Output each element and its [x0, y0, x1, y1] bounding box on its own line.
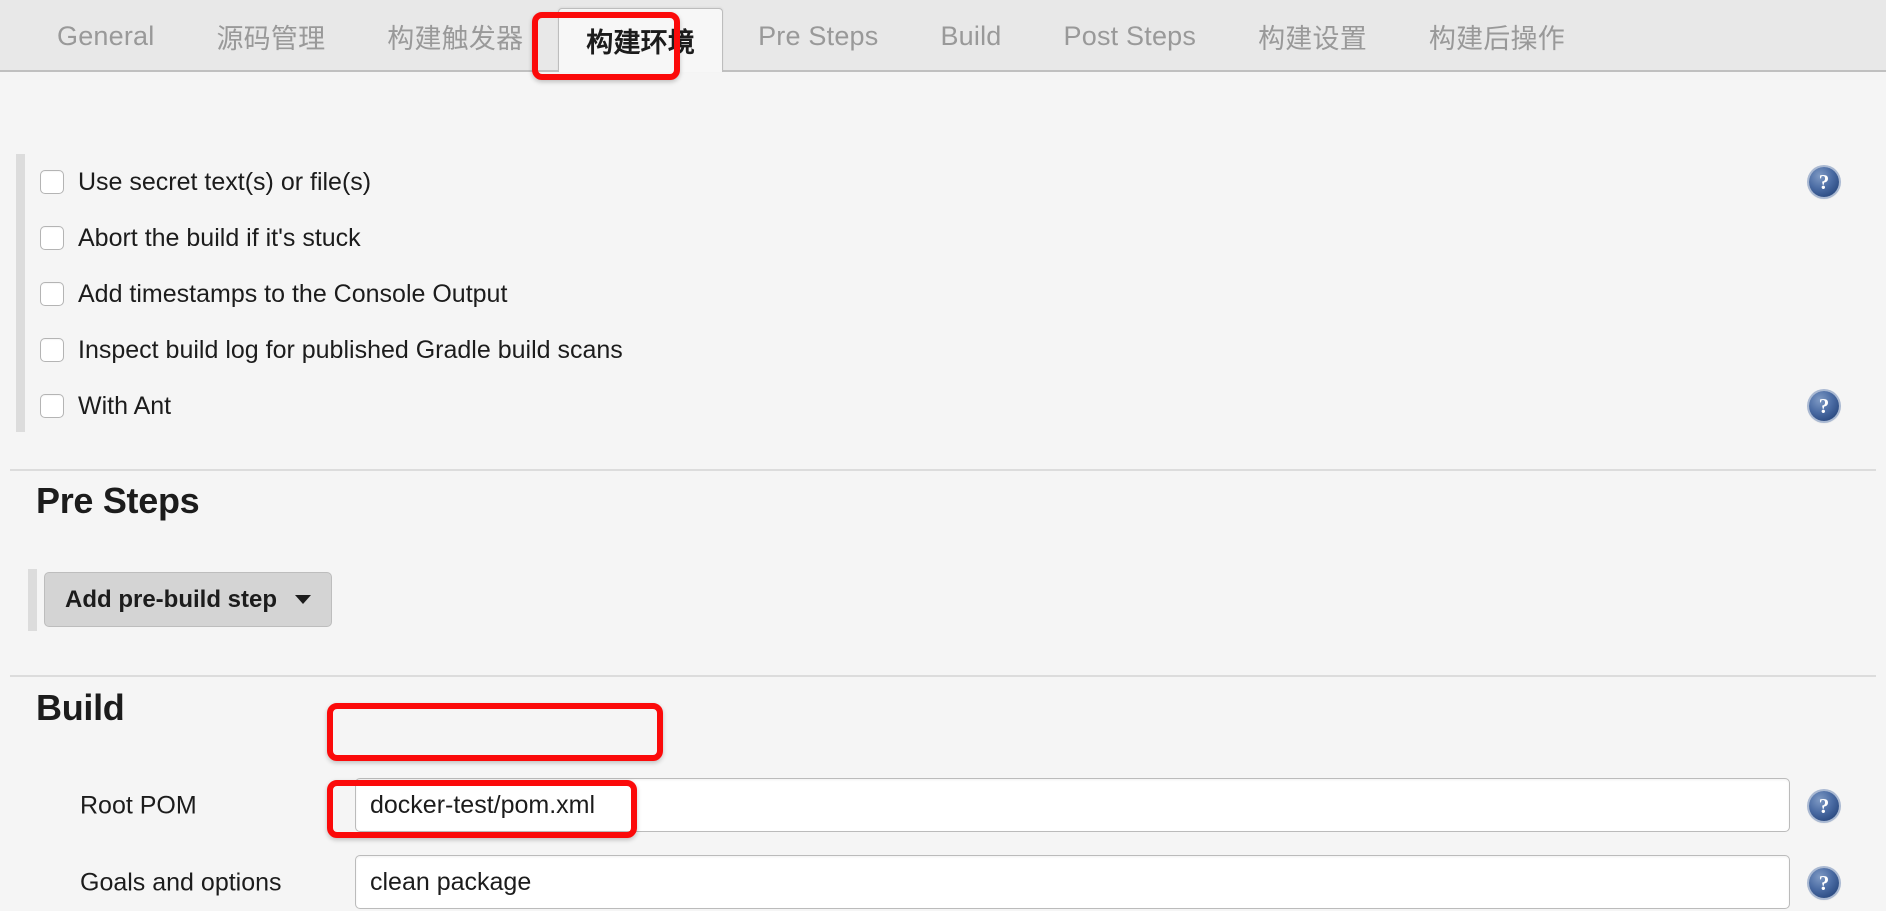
option-label: Inspect build log for published Gradle b…: [78, 335, 623, 364]
help-icon[interactable]: ?: [1809, 167, 1839, 197]
tab-build-settings[interactable]: 构建设置: [1231, 0, 1394, 72]
option-label: Use secret text(s) or file(s): [78, 167, 372, 196]
option-label: Abort the build if it's stuck: [78, 223, 361, 252]
section-divider: [10, 469, 1876, 471]
option-row-inspect-build-log-gradle[interactable]: Inspect build log for published Gradle b…: [0, 322, 1886, 378]
field-row-goals-and-options: Goals and options ?: [0, 855, 1886, 911]
tab-pre-steps[interactable]: Pre Steps: [731, 0, 905, 72]
pre-steps-guide-bar: [28, 569, 37, 631]
page-section-title-pre-steps: Pre Steps: [36, 480, 200, 521]
option-label: Add timestamps to the Console Output: [78, 279, 508, 308]
help-icon[interactable]: ?: [1809, 868, 1839, 898]
checkbox-inspect-build-log-gradle[interactable]: [40, 338, 64, 362]
checkbox-use-secret-text-or-files[interactable]: [40, 170, 64, 194]
tab-post-build-actions[interactable]: 构建后操作: [1402, 0, 1592, 72]
tab-general[interactable]: General: [30, 0, 181, 72]
root-pom-input[interactable]: [355, 778, 1790, 832]
help-icon[interactable]: ?: [1809, 391, 1839, 421]
add-pre-build-step-label: Add pre-build step: [65, 585, 277, 613]
help-icon[interactable]: ?: [1809, 791, 1839, 821]
chevron-down-icon: [295, 595, 311, 604]
section-divider: [10, 675, 1876, 677]
goals-and-options-input[interactable]: [355, 855, 1790, 909]
tab-build[interactable]: Build: [913, 0, 1028, 72]
option-row-abort-build-if-stuck[interactable]: Abort the build if it's stuck: [0, 210, 1886, 266]
page-section-title-build: Build: [36, 687, 125, 728]
tab-build-triggers[interactable]: 构建触发器: [360, 0, 550, 72]
option-row-with-ant[interactable]: With Ant ?: [0, 378, 1886, 434]
option-label: With Ant: [78, 391, 172, 420]
tab-list: General 源码管理 构建触发器 构建环境 Pre Steps Build …: [0, 0, 1596, 72]
annotation-highlight-root-pom: [327, 703, 663, 761]
goals-and-options-label: Goals and options: [80, 868, 282, 897]
root-pom-label: Root POM: [80, 791, 197, 820]
tab-source-control[interactable]: 源码管理: [189, 0, 352, 72]
tab-bar: General 源码管理 构建触发器 构建环境 Pre Steps Build …: [0, 0, 1886, 72]
option-row-use-secret-text-or-files[interactable]: Use secret text(s) or file(s) ?: [0, 154, 1886, 210]
field-row-root-pom: Root POM ?: [0, 778, 1886, 834]
build-environment-options: Use secret text(s) or file(s) ? Abort th…: [0, 154, 1886, 434]
tab-post-steps[interactable]: Post Steps: [1037, 0, 1224, 72]
checkbox-add-timestamps[interactable]: [40, 282, 64, 306]
checkbox-abort-build-if-stuck[interactable]: [40, 226, 64, 250]
checkbox-with-ant[interactable]: [40, 394, 64, 418]
option-row-add-timestamps[interactable]: Add timestamps to the Console Output: [0, 266, 1886, 322]
tab-build-environment[interactable]: 构建环境: [558, 8, 724, 72]
add-pre-build-step-button[interactable]: Add pre-build step: [44, 572, 332, 627]
